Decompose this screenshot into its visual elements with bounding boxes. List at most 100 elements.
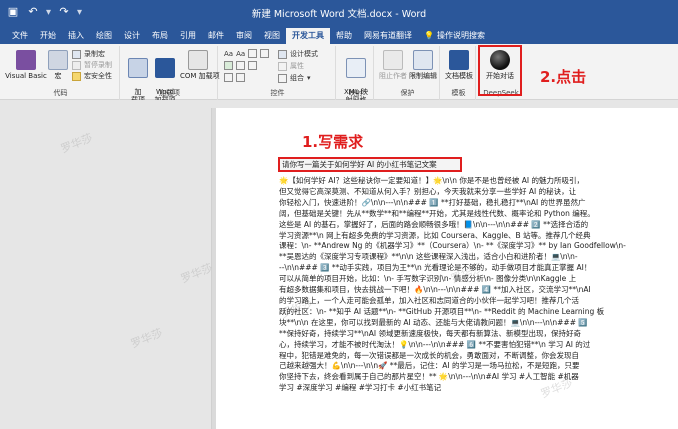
text-line: 有超多数据集和项目，快去挑战一下吧！🔥\n\n---\n\n### 4️⃣ **…: [279, 285, 591, 295]
form-controls-row: [224, 61, 257, 70]
tab-layout[interactable]: 布局: [146, 28, 174, 44]
building-block-icon[interactable]: [260, 49, 270, 58]
group-code-label: 代码: [53, 89, 68, 97]
text-line: 阔，但基础是关键！先从**数学**和**编程**开始，尤其是线性代数、概率论和 …: [279, 208, 595, 218]
tell-me-search[interactable]: 💡 操作说明搜索: [418, 28, 491, 44]
deepseek-start-chat-button[interactable]: 开始对话: [478, 45, 522, 96]
text-line: 心，持续学习，才能不被时代淘汰！💡\n\n---\n\n### 6️⃣ **不要…: [279, 339, 591, 349]
title-bar: ▣ ↶ ▾ ↷ ▾ 新建 Microsoft Word 文档.docx - Wo…: [0, 0, 678, 26]
word-icon: [155, 58, 175, 78]
macro-security-button[interactable]: 宏安全性: [72, 71, 112, 81]
document-template-icon: [449, 50, 469, 70]
more-controls-row: [224, 73, 245, 82]
rich-text-control-icon[interactable]: Aa: [224, 50, 233, 58]
text-line: 己越来越强大！💪\n\n---\n\n🚀 **最后，记住：AI 的学习是一场马拉…: [279, 361, 580, 371]
legacy-tools-icon[interactable]: [236, 73, 245, 82]
visual-basic-icon: [16, 50, 36, 70]
date-picker-icon[interactable]: [224, 73, 233, 82]
design-mode-button[interactable]: 设计模式: [278, 49, 318, 59]
record-macro-icon: [72, 49, 81, 59]
pause-recording-label: 暂停录制: [84, 61, 112, 69]
tab-youdao-translate[interactable]: 网易有道翻译: [358, 28, 418, 44]
picture-control-icon[interactable]: [248, 49, 258, 58]
properties-button[interactable]: 属性: [278, 61, 304, 71]
com-addins-button[interactable]: COM 加载项: [180, 50, 220, 80]
group-mapping-label: 映射: [348, 89, 363, 97]
group-mapping: XML 映 射窗格 映射: [338, 46, 374, 104]
group-protect: 阻止作者 限制编辑 保护: [376, 46, 440, 100]
tab-developer[interactable]: 开发工具: [286, 28, 330, 44]
record-macro-button[interactable]: 录制宏: [72, 49, 105, 59]
group-code: Visual Basic 宏 录制宏 暂停录制 宏安全性 代码: [2, 46, 120, 100]
tab-mailings[interactable]: 邮件: [202, 28, 230, 44]
start-chat-label: 开始对话: [486, 72, 514, 80]
xml-mapping-icon: [346, 58, 366, 78]
block-authors-button[interactable]: 阻止作者: [378, 50, 408, 80]
group-addins: 加 载项 Word 加载项 COM 加载项 加载项: [122, 46, 220, 104]
tab-help[interactable]: 帮助: [330, 28, 358, 44]
text-line: 课程：\n- **Andrew Ng 的《机器学习》**（Coursera）\n…: [279, 241, 626, 251]
deepseek-icon: [490, 50, 510, 70]
generated-text[interactable]: 🌟【如何学好 AI？这些秘诀你一定要知道！】🌟\n\n 你是不是也曾经被 AI …: [279, 176, 663, 394]
text-line: 程中，犯错是难免的，每一次错误都是一次成长的机会，勇敢面对，不断调整，你会发现自: [279, 350, 579, 360]
properties-label: 属性: [290, 62, 304, 70]
design-mode-label: 设计模式: [290, 50, 318, 58]
text-line: 这些是 AI 的基石，掌握好了，后面的路会顺畅很多哦！📘\n\n---\n\n#…: [279, 219, 589, 229]
text-line: 的学习路上，一个人走可能会孤单，加入社区和志同道合的小伙伴一起学习吧！推荐几个活: [279, 295, 579, 305]
text-line: --\n\n### 3️⃣ **动手实践，项目为王**\n 光看理论是不够的，动…: [279, 263, 592, 273]
restrict-editing-label: 限制编辑: [409, 72, 437, 80]
window-title: 新建 Microsoft Word 文档.docx - Word: [251, 9, 427, 20]
plain-text-control-icon[interactable]: Aa: [236, 50, 245, 58]
group-label: 组合: [290, 74, 304, 82]
tab-draw[interactable]: 绘图: [90, 28, 118, 44]
tab-file[interactable]: 文件: [6, 28, 34, 44]
group-icon: [278, 73, 287, 83]
text-line: 跃的社区：\n- **知乎 AI 话题**\n- **GitHub 开源项目**…: [279, 306, 605, 316]
prompt-text[interactable]: 请你写一篇关于如何学好 AI 的小红书笔记文案: [278, 157, 462, 172]
text-line: 你坚持下去，终会看到属于自己的那片星空！** 🌟\n\n---\n\n#AI 学…: [279, 372, 579, 382]
com-addins-icon: [188, 50, 208, 70]
text-line: **吴恩达的《深度学习专项课程》**\n\n 这些课程深入浅出，适合小白和进阶者…: [279, 252, 578, 262]
annotation-step2: 2.点击: [540, 68, 587, 86]
group-templates-label: 模板: [451, 89, 466, 97]
restrict-editing-button[interactable]: 限制编辑: [408, 50, 438, 80]
visual-basic-label: Visual Basic: [5, 72, 47, 80]
design-mode-icon: [278, 49, 287, 59]
tab-view[interactable]: 视图: [258, 28, 286, 44]
tab-references[interactable]: 引用: [174, 28, 202, 44]
text-line: 你轻松入门，快速进阶！🔗\n\n---\n\n### 1️⃣ **打好基础，稳扎…: [279, 197, 586, 207]
visual-basic-button[interactable]: Visual Basic: [4, 50, 48, 80]
pause-recording-button[interactable]: 暂停录制: [72, 60, 112, 70]
text-line: 学习 #深度学习 #编程 #学习打卡 #小红书笔记: [279, 383, 442, 393]
text-line: 块**\n\n 在这里，你可以找到最新的 AI 动态、还能与大佬请教问题！💻\n…: [279, 317, 588, 327]
properties-icon: [278, 61, 287, 71]
text-line: 可以从简单的项目开始，比如：\n- 手写数字识别\n- 情感分析\n- 图像分类…: [279, 274, 577, 284]
warning-icon: [72, 71, 81, 81]
tab-insert[interactable]: 插入: [62, 28, 90, 44]
macros-label: 宏: [54, 72, 62, 80]
macros-button[interactable]: 宏: [48, 50, 68, 80]
annotation-step1: 1.写需求: [302, 133, 364, 151]
group-templates: 文档模板 模板: [442, 46, 476, 100]
chevron-down-icon: ▾: [307, 74, 311, 82]
tab-home[interactable]: 开始: [34, 28, 62, 44]
tab-design[interactable]: 设计: [118, 28, 146, 44]
dropdown-list-icon[interactable]: [248, 61, 257, 70]
document-template-button[interactable]: 文档模板: [444, 50, 474, 80]
group-protect-label: 保护: [400, 89, 415, 97]
group-button[interactable]: 组合 ▾: [278, 73, 311, 83]
pause-icon: [72, 60, 81, 70]
tell-me-label: 操作说明搜索: [436, 31, 485, 40]
combo-box-icon[interactable]: [236, 61, 245, 70]
addins-icon: [128, 58, 148, 78]
lock-icon: [413, 50, 433, 70]
checkbox-control-icon[interactable]: [224, 61, 233, 70]
tab-review[interactable]: 审阅: [230, 28, 258, 44]
text-line: **保持好奇，持续学习**\nAI 领域更新速度极快，每天都有新算法、新模型出现…: [279, 328, 582, 338]
group-controls: Aa Aa 设计模式 属性 组合 ▾ 控件: [220, 46, 336, 100]
text-line: 🌟【如何学好 AI？这些秘诀你一定要知道！】🌟\n\n 你是不是也曾经被 AI …: [279, 176, 584, 185]
document-template-label: 文档模板: [445, 72, 473, 80]
text-controls-row: Aa Aa: [224, 49, 270, 58]
block-authors-icon: [383, 50, 403, 70]
group-addins-label: 加载项: [159, 89, 180, 97]
